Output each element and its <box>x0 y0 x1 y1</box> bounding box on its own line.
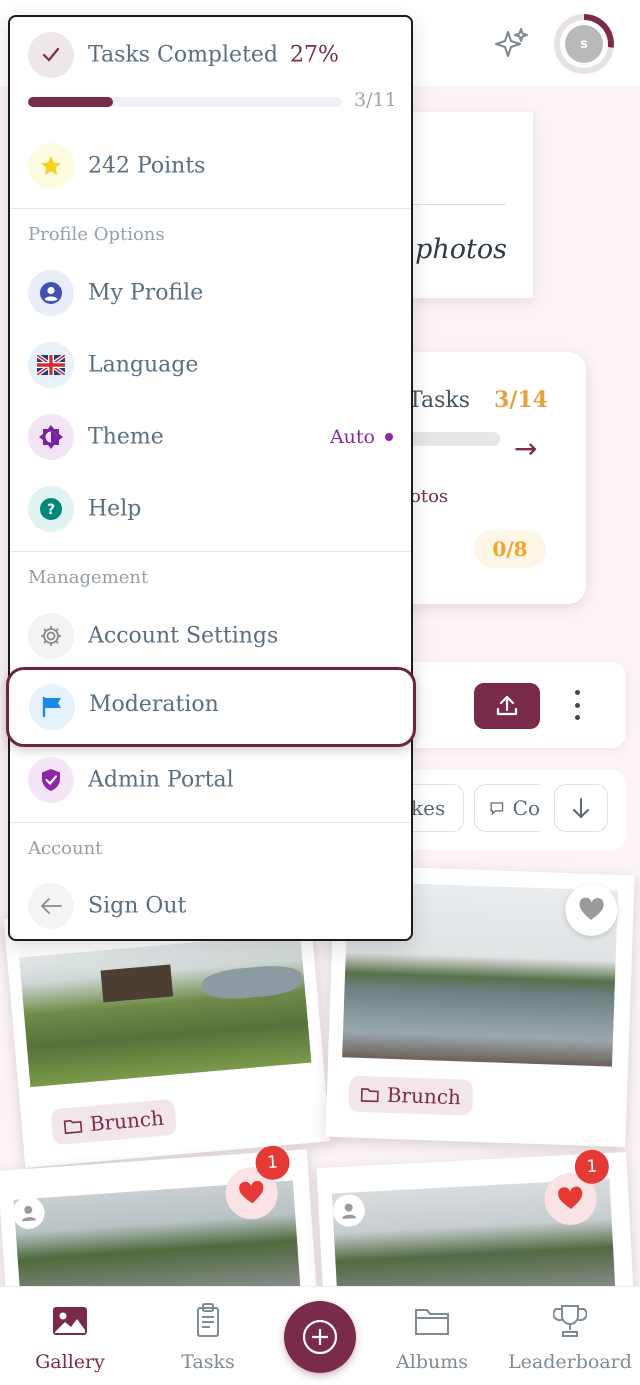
menu-item-sign-out[interactable]: Sign Out <box>10 870 411 942</box>
nav-albums[interactable]: Albums <box>372 1301 492 1373</box>
points-label: 242 Points <box>88 153 206 179</box>
comments-chip-label: Co <box>512 796 540 820</box>
heart-icon <box>239 1180 264 1204</box>
tasks-card-count: 3/14 <box>494 387 548 413</box>
bottom-nav: Gallery Tasks Albums Leaderboard <box>0 1286 640 1385</box>
image-icon <box>10 1301 130 1341</box>
points-row[interactable]: 242 Points <box>10 130 411 202</box>
arrow-right-icon[interactable]: → <box>514 432 537 465</box>
heart-icon <box>579 897 604 920</box>
menu-item-moderation[interactable]: Moderation <box>6 667 416 747</box>
plus-icon <box>302 1319 338 1355</box>
nav-tasks-label: Tasks <box>181 1351 235 1373</box>
menu-item-language[interactable]: Language <box>10 329 411 401</box>
menu-item-moderation-label: Moderation <box>89 692 219 717</box>
management-heading: Management <box>28 567 149 588</box>
nav-gallery-label: Gallery <box>35 1351 105 1373</box>
comment-icon <box>490 802 504 816</box>
gallery-toolbar <box>384 662 626 748</box>
upload-button[interactable] <box>474 683 540 729</box>
shield-check-icon <box>28 757 74 803</box>
trophy-icon <box>508 1301 632 1341</box>
svg-text:?: ? <box>47 502 55 518</box>
folder-icon <box>63 1119 83 1135</box>
tasks-progress-count: 3/11 <box>354 89 397 111</box>
photos-count: 0/8 <box>474 530 546 568</box>
clipboard-icon <box>148 1301 268 1341</box>
tasks-progress-bar <box>28 97 342 107</box>
upload-icon <box>496 695 518 716</box>
folder-icon <box>360 1088 379 1103</box>
album-tag-label: Brunch <box>88 1105 165 1137</box>
tasks-card[interactable]: Tasks 3/14 → otos 0/8 <box>384 352 586 604</box>
tasks-card-label: Tasks <box>408 388 470 413</box>
tasks-progress-fill <box>28 97 113 107</box>
menu-item-account-settings[interactable]: Account Settings <box>10 600 411 672</box>
theme-value-label: Auto <box>329 426 375 448</box>
menu-item-my-profile-label: My Profile <box>88 280 204 306</box>
heart-icon <box>558 1186 583 1209</box>
theme-value: Auto <box>330 426 393 448</box>
more-vert-icon[interactable] <box>570 690 584 720</box>
arrow-left-icon <box>28 883 74 929</box>
comments-chip[interactable]: Co <box>474 784 540 832</box>
check-icon <box>28 32 74 78</box>
menu-item-my-profile[interactable]: My Profile <box>10 257 411 329</box>
tasks-completed-label: Tasks Completed <box>88 42 279 68</box>
user-icon <box>28 270 74 316</box>
nav-gallery[interactable]: Gallery <box>10 1301 130 1373</box>
menu-item-language-label: Language <box>88 352 199 378</box>
divider <box>10 822 411 823</box>
star-icon <box>28 143 74 189</box>
theme-icon <box>28 414 74 460</box>
photo-image <box>19 933 312 1088</box>
add-photo-button[interactable] <box>284 1301 356 1373</box>
tasks-completed-percent: 27% <box>290 42 339 68</box>
sort-bar: kes Co <box>374 770 626 850</box>
sort-direction-button[interactable] <box>554 784 608 832</box>
menu-item-admin-portal[interactable]: Admin Portal <box>10 744 411 816</box>
menu-item-admin-portal-label: Admin Portal <box>88 767 234 793</box>
menu-item-theme-label: Theme <box>88 424 164 450</box>
menu-item-theme[interactable]: Theme Auto <box>10 401 411 473</box>
theme-dot <box>385 433 393 441</box>
album-tag[interactable]: Brunch <box>348 1075 474 1116</box>
divider <box>10 208 411 209</box>
gear-icon <box>28 613 74 659</box>
folder-icon <box>372 1301 492 1341</box>
photo-card[interactable]: 1 <box>316 1148 634 1309</box>
sparkle-icon[interactable] <box>494 26 530 62</box>
divider <box>10 551 411 552</box>
hero-card-text: f photos <box>396 234 507 265</box>
menu-item-sign-out-label: Sign Out <box>88 893 187 919</box>
profile-options-heading: Profile Options <box>28 224 165 245</box>
photos-label: otos <box>410 486 449 507</box>
likes-chip-label: kes <box>411 796 446 820</box>
account-heading: Account <box>28 838 103 859</box>
help-icon: ? <box>28 486 74 532</box>
album-tag[interactable]: Brunch <box>50 1098 178 1146</box>
tasks-completed-row[interactable]: Tasks Completed 27% <box>10 19 411 91</box>
avatar-initial: s <box>565 25 603 63</box>
album-tag-label: Brunch <box>386 1082 462 1110</box>
nav-leaderboard-label: Leaderboard <box>508 1351 632 1373</box>
flag-icon <box>29 684 75 730</box>
nav-albums-label: Albums <box>396 1351 468 1373</box>
tasks-completed-text: Tasks Completed 27% <box>88 43 339 68</box>
nav-leaderboard[interactable]: Leaderboard <box>508 1301 632 1373</box>
menu-item-help[interactable]: ? Help <box>10 473 411 545</box>
menu-item-account-settings-label: Account Settings <box>88 623 279 649</box>
menu-item-help-label: Help <box>88 496 142 522</box>
user-avatar[interactable]: s <box>554 14 614 74</box>
nav-tasks[interactable]: Tasks <box>148 1301 268 1373</box>
sort-down-icon <box>573 798 589 819</box>
uk-flag-icon <box>28 342 74 388</box>
profile-menu: Tasks Completed 27% 3/11 242 Points Profi… <box>6 15 416 942</box>
